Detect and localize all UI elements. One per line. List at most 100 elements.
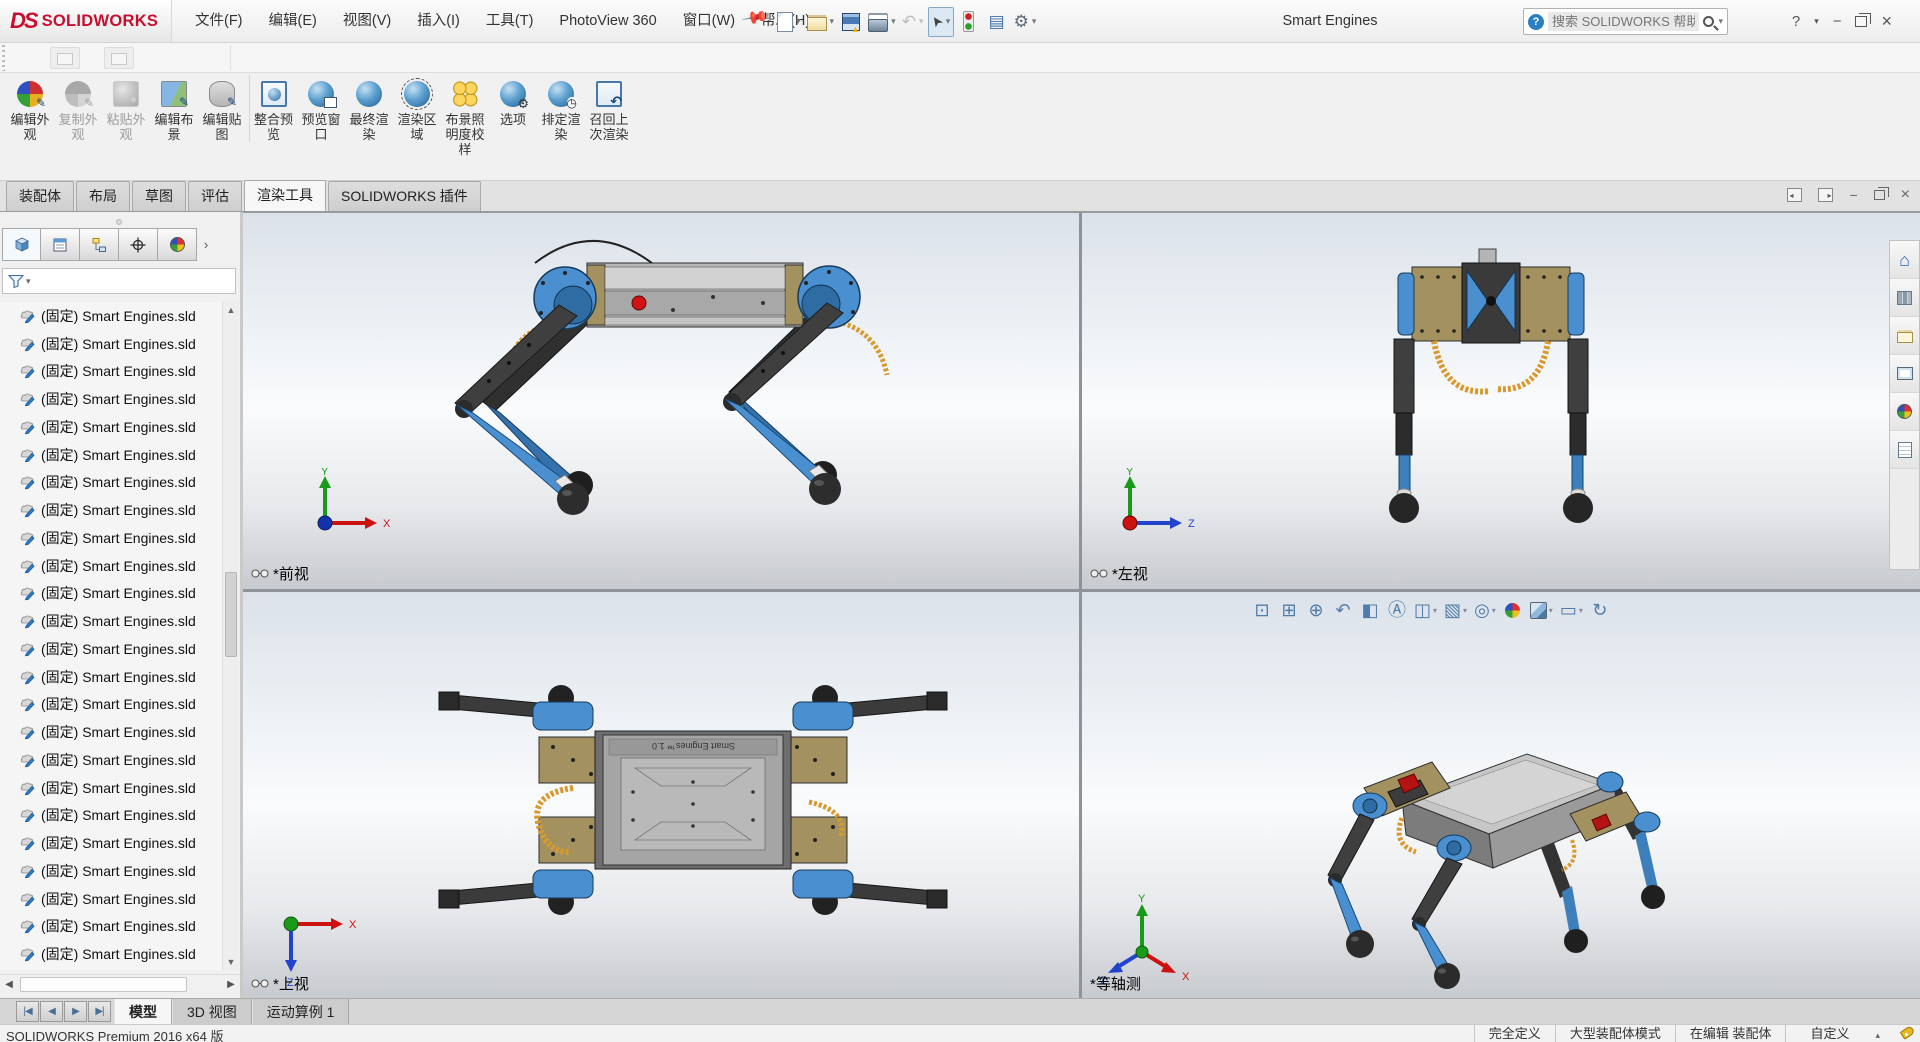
menu-item[interactable]: 文件(F) — [182, 0, 256, 42]
tree-item[interactable]: (固定) Smart Engines.sld — [0, 663, 222, 691]
tree-item[interactable]: (固定) Smart Engines.sld — [0, 607, 222, 635]
ribbon-button[interactable]: 整合预览 — [249, 75, 297, 142]
restore-button[interactable] — [1855, 16, 1867, 27]
document-tab[interactable]: 3D 视图 — [172, 999, 252, 1025]
tree-item[interactable]: (固定) Smart Engines.sld — [0, 441, 222, 469]
tree-item[interactable]: (固定) Smart Engines.sld — [0, 358, 222, 386]
save-icon[interactable] — [838, 7, 864, 37]
ribbon-button[interactable]: 布景照明度校样 — [441, 75, 489, 157]
undo-icon[interactable]: ↶ — [900, 7, 926, 37]
close-icon[interactable]: × — [1901, 186, 1910, 204]
search-icon[interactable] — [1703, 16, 1714, 27]
tree-filter-row[interactable]: ▾ — [2, 268, 236, 294]
menu-item[interactable]: 编辑(E) — [256, 0, 330, 42]
command-tab[interactable]: 渲染工具 — [244, 180, 326, 211]
displaymanager-icon[interactable] — [158, 228, 197, 261]
ribbon-button[interactable]: 编辑外观 — [6, 75, 54, 142]
custom-properties-icon[interactable] — [1890, 431, 1919, 469]
tree-item[interactable]: (固定) Smart Engines.sld — [0, 746, 222, 774]
ribbon-button[interactable]: 编辑布景 — [150, 75, 198, 142]
tree-horizontal-scrollbar[interactable]: ◀ ▶ — [0, 974, 240, 994]
restore-icon[interactable] — [1874, 190, 1885, 200]
filter-dropdown-icon[interactable]: ▾ — [26, 276, 31, 287]
viewport-top[interactable]: Smart Engines™ 1.0 X Z *上视 — [243, 592, 1079, 999]
tree-item[interactable]: (固定) Smart Engines.sld — [0, 330, 222, 358]
menu-item[interactable]: 窗口(W) — [670, 0, 748, 42]
document-tab[interactable]: 模型 — [114, 999, 172, 1025]
dimxpertmanager-icon[interactable] — [119, 228, 158, 261]
minimize-button[interactable]: − — [1833, 13, 1842, 30]
tree-item[interactable]: (固定) Smart Engines.sld — [0, 385, 222, 413]
last-tab-icon[interactable]: ▶| — [88, 1001, 111, 1022]
next-tab-icon[interactable]: ▶ — [64, 1001, 87, 1022]
command-tab[interactable]: 布局 — [76, 181, 130, 211]
ribbon-button[interactable]: 渲染区域 — [393, 75, 441, 142]
design-library-icon[interactable] — [1890, 279, 1919, 317]
minimize-icon[interactable]: − — [1849, 187, 1857, 203]
propertymanager-icon[interactable] — [41, 228, 80, 261]
command-tab[interactable]: 装配体 — [6, 181, 74, 211]
print-icon[interactable] — [866, 7, 898, 37]
tree-item[interactable]: (固定) Smart Engines.sld — [0, 913, 222, 941]
viewport-isometric[interactable]: ⊡ ⊞ ⊕ ↶ ◧ Ⓐ ◫ ▧ — [1082, 592, 1920, 999]
search-input[interactable] — [1548, 12, 1699, 31]
tree-item[interactable]: (固定) Smart Engines.sld — [0, 829, 222, 857]
ribbon-button[interactable]: 粘贴外观 — [102, 75, 150, 142]
menu-item[interactable]: 视图(V) — [330, 0, 404, 42]
prev-tab-icon[interactable]: ◀ — [40, 1001, 63, 1022]
tree-item[interactable]: (固定) Smart Engines.sld — [0, 802, 222, 830]
task-scheduler-icon[interactable]: ▤ — [984, 7, 1010, 37]
scrollbar-thumb[interactable] — [225, 572, 237, 657]
first-tab-icon[interactable]: |◀ — [16, 1001, 39, 1022]
ribbon-button[interactable]: 排定渲染 — [537, 75, 585, 142]
tree-item[interactable]: (固定) Smart Engines.sld — [0, 580, 222, 608]
toolbar-grip[interactable] — [2, 45, 5, 71]
menu-item[interactable]: 插入(I) — [404, 0, 473, 42]
command-tab[interactable]: 评估 — [188, 181, 242, 211]
ribbon-button[interactable]: 编辑贴图 — [198, 75, 246, 142]
appearances-scenes-icon[interactable] — [1890, 393, 1919, 431]
ribbon-button[interactable]: 最终渲染 — [345, 75, 393, 142]
tree-item[interactable]: (固定) Smart Engines.sld — [0, 885, 222, 913]
scroll-down-icon[interactable]: ▼ — [223, 954, 239, 970]
scroll-right-icon[interactable]: ▶ — [224, 977, 238, 993]
help-dropdown-icon[interactable]: ▾ — [1814, 16, 1819, 27]
status-lights-icon[interactable] — [956, 7, 982, 37]
panel-collapse-handle[interactable] — [116, 219, 122, 225]
command-tab[interactable]: 草图 — [132, 181, 186, 211]
tree-item[interactable]: (固定) Smart Engines.sld — [0, 524, 222, 552]
tree-item[interactable]: (固定) Smart Engines.sld — [0, 635, 222, 663]
command-tab[interactable]: SOLIDWORKS 插件 — [328, 181, 481, 211]
view-palette-icon[interactable] — [1890, 355, 1919, 393]
select-tool-icon[interactable] — [928, 7, 954, 37]
home-icon[interactable]: ⌂ — [1890, 241, 1919, 279]
menu-item[interactable]: PhotoView 360 — [546, 0, 669, 42]
tree-item[interactable]: (固定) Smart Engines.sld — [0, 469, 222, 497]
file-explorer-icon[interactable] — [1890, 317, 1919, 355]
scroll-up-icon[interactable]: ▲ — [223, 302, 239, 318]
panel-tab-overflow-icon[interactable]: › — [197, 228, 215, 261]
collapse-left-icon[interactable]: ◂ — [1787, 188, 1802, 202]
tag-icon[interactable] — [1900, 1025, 1916, 1040]
tree-vertical-scrollbar[interactable]: ▲ ▼ — [222, 302, 238, 970]
tree-item[interactable]: (固定) Smart Engines.sld — [0, 496, 222, 524]
tree-item[interactable]: (固定) Smart Engines.sld — [0, 857, 222, 885]
status-customize[interactable]: 自定义▴ — [1785, 1025, 1890, 1042]
search-dropdown-icon[interactable]: ▾ — [1718, 16, 1723, 27]
open-document-icon[interactable] — [805, 7, 837, 37]
scroll-left-icon[interactable]: ◀ — [2, 977, 16, 993]
tree-item[interactable]: (固定) Smart Engines.sld — [0, 718, 222, 746]
tree-item[interactable]: (固定) Smart Engines.sld — [0, 940, 222, 968]
close-button[interactable]: × — [1881, 11, 1892, 32]
tree-item[interactable]: (固定) Smart Engines.sld — [0, 302, 222, 330]
ribbon-button[interactable]: 选项 — [489, 75, 537, 127]
tree-item[interactable]: (固定) Smart Engines.sld — [0, 413, 222, 441]
tree-item[interactable]: (固定) Smart Engines.sld — [0, 552, 222, 580]
help-search-box[interactable]: ? ▾ — [1523, 8, 1728, 35]
tree-item[interactable]: (固定) Smart Engines.sld — [0, 774, 222, 802]
ribbon-button[interactable]: 预览窗口 — [297, 75, 345, 142]
help-button[interactable]: ? — [1792, 13, 1800, 30]
featuremanager-design-tree-icon[interactable] — [2, 228, 41, 261]
document-tab[interactable]: 运动算例 1 — [252, 999, 350, 1025]
menu-item[interactable]: 工具(T) — [473, 0, 547, 42]
